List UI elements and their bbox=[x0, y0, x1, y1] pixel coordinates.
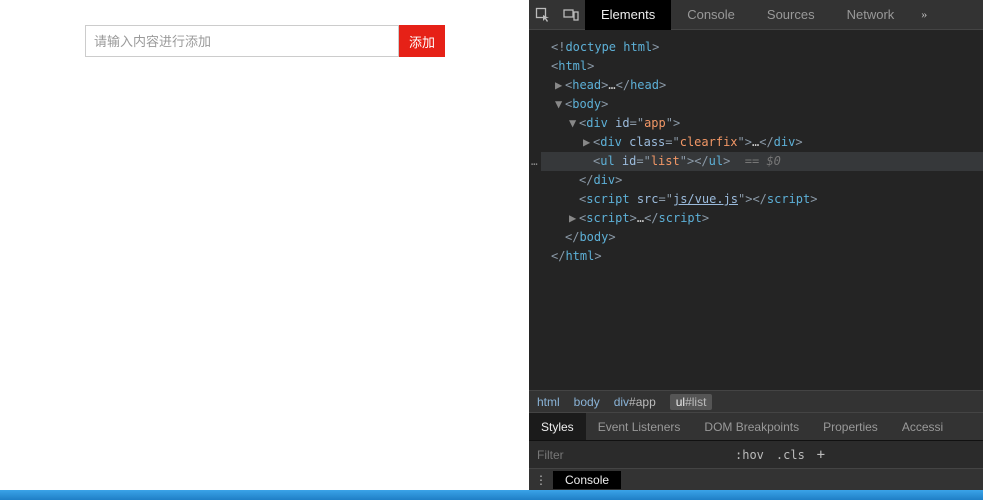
breadcrumb-item[interactable]: html bbox=[537, 395, 560, 409]
dom-node[interactable]: </div> bbox=[541, 171, 983, 190]
styles-tab-event-listeners[interactable]: Event Listeners bbox=[586, 413, 693, 441]
dom-node[interactable]: ▶<div class="clearfix">…</div> bbox=[541, 133, 983, 152]
dom-node[interactable]: <script src="js/vue.js"></script> bbox=[541, 190, 983, 209]
cls-toggle[interactable]: .cls bbox=[770, 448, 811, 462]
styles-tab-dom-breakpoints[interactable]: DOM Breakpoints bbox=[692, 413, 811, 441]
dom-node[interactable]: …<ul id="list"></ul> == $0 bbox=[541, 152, 983, 171]
devtools-tab-elements[interactable]: Elements bbox=[585, 0, 671, 30]
dom-node[interactable]: ▼<body> bbox=[541, 95, 983, 114]
devtools-tab-console[interactable]: Console bbox=[671, 0, 751, 30]
dom-node[interactable]: ▶<script>…</script> bbox=[541, 209, 983, 228]
devtools-panel: ElementsConsoleSourcesNetwork » <!doctyp… bbox=[529, 0, 983, 490]
devtools-toolbar: ElementsConsoleSourcesNetwork » bbox=[529, 0, 983, 30]
drawer: ⋮ Console bbox=[529, 468, 983, 490]
more-tabs-button[interactable]: » bbox=[910, 7, 938, 22]
breadcrumb: html body div#app ul#list bbox=[529, 390, 983, 412]
dom-node[interactable]: ▶<head>…</head> bbox=[541, 76, 983, 95]
styles-filter-row: :hov .cls + bbox=[529, 440, 983, 468]
drawer-menu-icon[interactable]: ⋮ bbox=[529, 473, 553, 487]
dom-node[interactable]: </body> bbox=[541, 228, 983, 247]
devtools-tab-sources[interactable]: Sources bbox=[751, 0, 831, 30]
hov-toggle[interactable]: :hov bbox=[729, 448, 770, 462]
breadcrumb-item[interactable]: div#app bbox=[614, 395, 656, 409]
inspect-element-icon[interactable] bbox=[529, 0, 557, 30]
add-button[interactable]: 添加 bbox=[399, 25, 445, 57]
styles-filter-input[interactable] bbox=[529, 441, 729, 469]
breadcrumb-item[interactable]: ul#list bbox=[670, 394, 713, 410]
styles-tabbar: StylesEvent ListenersDOM BreakpointsProp… bbox=[529, 412, 983, 440]
devtools-tab-network[interactable]: Network bbox=[831, 0, 911, 30]
dom-node[interactable]: <html> bbox=[541, 57, 983, 76]
dom-tree[interactable]: <!doctype html><html>▶<head>…</head>▼<bo… bbox=[529, 30, 983, 390]
dom-node[interactable]: </html> bbox=[541, 247, 983, 266]
rendered-page: 添加 bbox=[0, 0, 529, 490]
os-taskbar bbox=[0, 490, 983, 500]
styles-tab-properties[interactable]: Properties bbox=[811, 413, 890, 441]
new-style-rule-button[interactable]: + bbox=[811, 447, 831, 463]
add-item-form: 添加 bbox=[85, 25, 445, 57]
drawer-tab-console[interactable]: Console bbox=[553, 471, 621, 489]
dom-node[interactable]: ▼<div id="app"> bbox=[541, 114, 983, 133]
breadcrumb-item[interactable]: body bbox=[574, 395, 600, 409]
toggle-device-icon[interactable] bbox=[557, 0, 585, 30]
dom-node[interactable]: <!doctype html> bbox=[541, 38, 983, 57]
styles-tab-styles[interactable]: Styles bbox=[529, 413, 586, 441]
add-item-input[interactable] bbox=[85, 25, 399, 57]
styles-tab-accessi[interactable]: Accessi bbox=[890, 413, 955, 441]
